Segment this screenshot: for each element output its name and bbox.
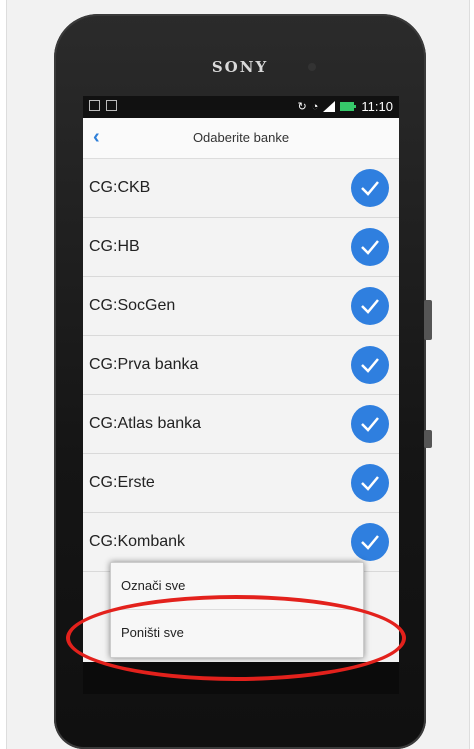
front-camera [308, 63, 316, 71]
sync-icon: ↻ [297, 101, 307, 113]
wifi-icon: ◔ [311, 100, 319, 113]
red-highlight-ellipse [66, 595, 406, 681]
checkmark-icon[interactable] [351, 287, 389, 325]
checkmark-icon[interactable] [351, 346, 389, 384]
bank-label: CG:Prva banka [89, 356, 199, 373]
side-button-small [424, 430, 432, 448]
select-all-label: Označi sve [121, 578, 186, 593]
image-frame: SONY ↻ ◔ 11:10 ‹ Odaberite banke CG:CKB [0, 0, 474, 749]
bank-label: CG:HB [89, 238, 140, 255]
checkmark-icon[interactable] [351, 228, 389, 266]
bank-label: CG:Atlas banka [89, 415, 202, 432]
checkmark-icon[interactable] [351, 523, 389, 561]
checkmark-icon[interactable] [351, 169, 389, 207]
bank-row-erste[interactable]: CG:Erste [83, 454, 399, 513]
bank-label: CG:Kombank [89, 533, 186, 550]
page-title: Odaberite banke [192, 130, 290, 145]
bank-row-hb[interactable]: CG:HB [83, 218, 399, 277]
app-bar: ‹ Odaberite banke [83, 118, 399, 159]
side-button [424, 300, 432, 340]
bank-row-socgen[interactable]: CG:SocGen [83, 277, 399, 336]
bank-label: CG:CKB [89, 179, 151, 196]
checkmark-icon[interactable] [351, 464, 389, 502]
bank-label: CG:SocGen [89, 297, 176, 314]
checkmark-icon[interactable] [351, 405, 389, 443]
bank-label: CG:Erste [89, 474, 155, 491]
signal-icon [323, 101, 336, 112]
bank-row-prva-banka[interactable]: CG:Prva banka [83, 336, 399, 395]
brand-logo: SONY [211, 58, 269, 76]
status-time: 11:10 [361, 99, 393, 114]
bank-row-ckb[interactable]: CG:CKB [83, 159, 399, 218]
status-bar: ↻ ◔ 11:10 [83, 96, 399, 118]
image-notification-icon [89, 100, 100, 111]
battery-icon [340, 102, 357, 111]
bank-list: CG:CKB CG:HB CG:SocGen CG:Prva banka CG:… [83, 159, 399, 572]
bank-row-atlas-banka[interactable]: CG:Atlas banka [83, 395, 399, 454]
app-notification-icon [106, 100, 117, 111]
